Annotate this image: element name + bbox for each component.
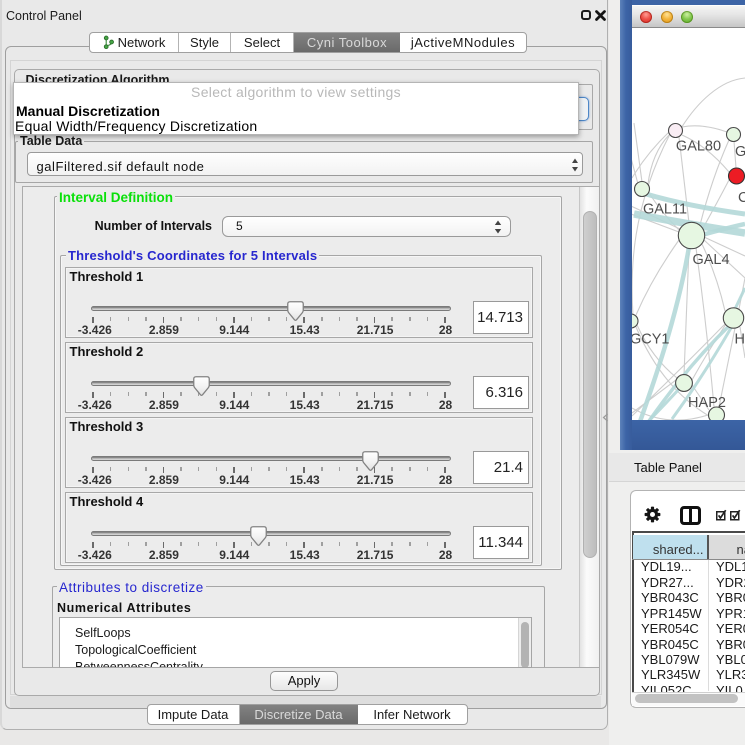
svg-text:GCY1: GCY1 [632,332,670,348]
svg-text:C: C [738,190,745,206]
svg-text:GA: GA [735,144,745,160]
svg-text:H: H [735,332,745,348]
svg-text:GAL11: GAL11 [643,202,687,218]
svg-text:HAP2: HAP2 [688,395,726,411]
svg-text:GAL80: GAL80 [676,139,721,155]
svg-text:GAL4: GAL4 [692,252,729,268]
